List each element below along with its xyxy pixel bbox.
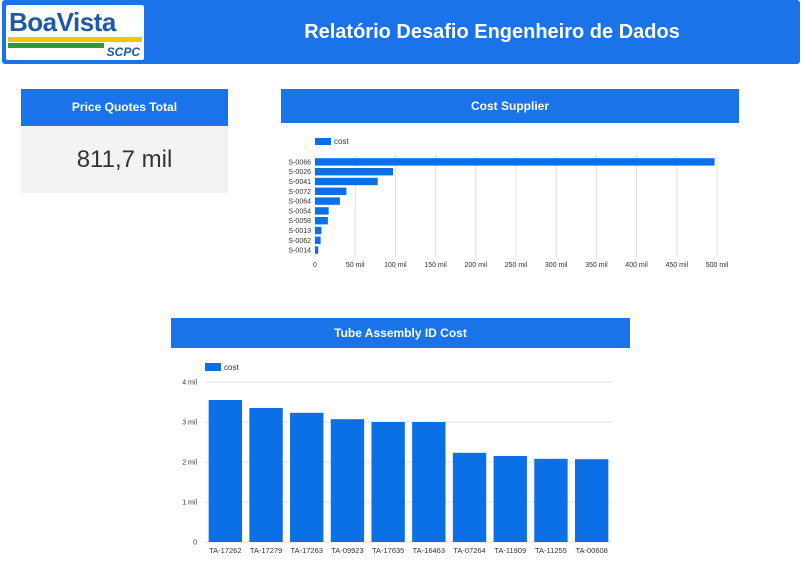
- kpi-title: Price Quotes Total: [21, 89, 228, 126]
- bar: [315, 187, 347, 195]
- cost-supplier-chart: cost 0 50 mil 100 mil 150 mil 200 mil 250 mil 3…: [288, 137, 729, 269]
- x-tick-label: TA-00608: [575, 546, 607, 555]
- bar: [574, 459, 609, 542]
- x-tick-label: 250 mil: [505, 262, 528, 269]
- y-tick-label: S-0066: [288, 159, 311, 166]
- y-tick-label: 0: [193, 540, 197, 547]
- x-tick-label: 400 mil: [625, 262, 648, 269]
- bar: [290, 412, 324, 542]
- x-tick-label: TA-09923: [331, 546, 363, 555]
- tube-assembly-chart: cost 0 1 mil 2 mil 3 mil 4 mil TA-17262 TA-1727…: [182, 363, 612, 555]
- bar: [315, 236, 321, 244]
- y-tick-label: 3 mil: [182, 420, 197, 427]
- x-tick-label: 300 mil: [545, 262, 568, 269]
- x-tick-label: TA-11255: [535, 546, 567, 555]
- y-tick-label: S-0054: [288, 208, 311, 215]
- logo-stripe-green: [8, 43, 104, 48]
- x-tick-label: TA-17262: [209, 546, 241, 555]
- bar: [534, 458, 568, 542]
- bar: [315, 217, 328, 225]
- bar: [371, 422, 405, 542]
- bar: [412, 422, 446, 542]
- x-tick-label: TA-16463: [413, 546, 445, 555]
- bar: [330, 419, 365, 542]
- logo-subtext: SCPC: [106, 45, 140, 59]
- bar: [315, 168, 393, 176]
- y-tick-label: 1 mil: [182, 500, 197, 507]
- y-tick-label: S-0072: [288, 189, 311, 196]
- page-title: Relatório Desafio Engenheiro de Dados: [304, 21, 680, 43]
- y-tick-label: S-0013: [288, 228, 311, 235]
- bar: [452, 452, 487, 542]
- x-tick-label: 450 mil: [666, 262, 689, 269]
- boavista-logo: BoaVista SCPC: [6, 5, 144, 60]
- bar: [315, 207, 329, 215]
- x-tick-label: TA-17635: [372, 546, 404, 555]
- x-tick-label: TA-17279: [250, 546, 282, 555]
- bar: [315, 226, 322, 235]
- bar: [315, 158, 715, 166]
- tube-assembly-title: Tube Assembly ID Cost: [171, 318, 630, 348]
- y-tick-label: S-0064: [288, 199, 311, 206]
- cost-supplier-title: Cost Supplier: [281, 89, 739, 123]
- legend-label: cost: [224, 363, 239, 372]
- x-tick-label: TA-17263: [291, 546, 323, 555]
- legend-label: cost: [334, 137, 349, 146]
- y-tick-label: S-0041: [288, 179, 311, 186]
- y-tick-label: S-0062: [288, 238, 311, 245]
- x-tick-label: 200 mil: [465, 262, 488, 269]
- x-tick-label: TA-07264: [453, 546, 485, 555]
- x-tick-label: 150 mil: [424, 262, 447, 269]
- y-tick-label: 2 mil: [182, 460, 197, 467]
- kpi-value: 811,7 mil: [76, 146, 173, 173]
- logo-text: BoaVista: [9, 7, 116, 37]
- y-tick-label: S-0058: [288, 218, 311, 225]
- x-tick-label: TA-11909: [494, 546, 526, 555]
- x-tick-label: 500 mil: [706, 262, 729, 269]
- bar: [315, 246, 319, 254]
- bar: [208, 400, 243, 542]
- x-tick-label: 350 mil: [585, 262, 608, 269]
- kpi-card: 811,7 mil: [21, 126, 228, 193]
- bar: [315, 177, 378, 186]
- x-tick-label: 0: [313, 262, 317, 269]
- x-tick-label: 100 mil: [384, 262, 407, 269]
- legend-swatch: [205, 363, 221, 371]
- bar: [315, 197, 340, 205]
- bar: [493, 456, 527, 542]
- y-tick-label: 4 mil: [182, 380, 197, 387]
- logo-stripe-yellow: [8, 37, 142, 42]
- report-header: BoaVista SCPC Relatório Desafio Engenhei…: [2, 0, 800, 64]
- y-tick-label: S-0026: [288, 169, 311, 176]
- y-tick-label: S-0014: [288, 248, 311, 255]
- bar: [249, 408, 283, 542]
- legend-swatch: [315, 138, 331, 145]
- x-tick-label: 50 mil: [346, 262, 365, 269]
